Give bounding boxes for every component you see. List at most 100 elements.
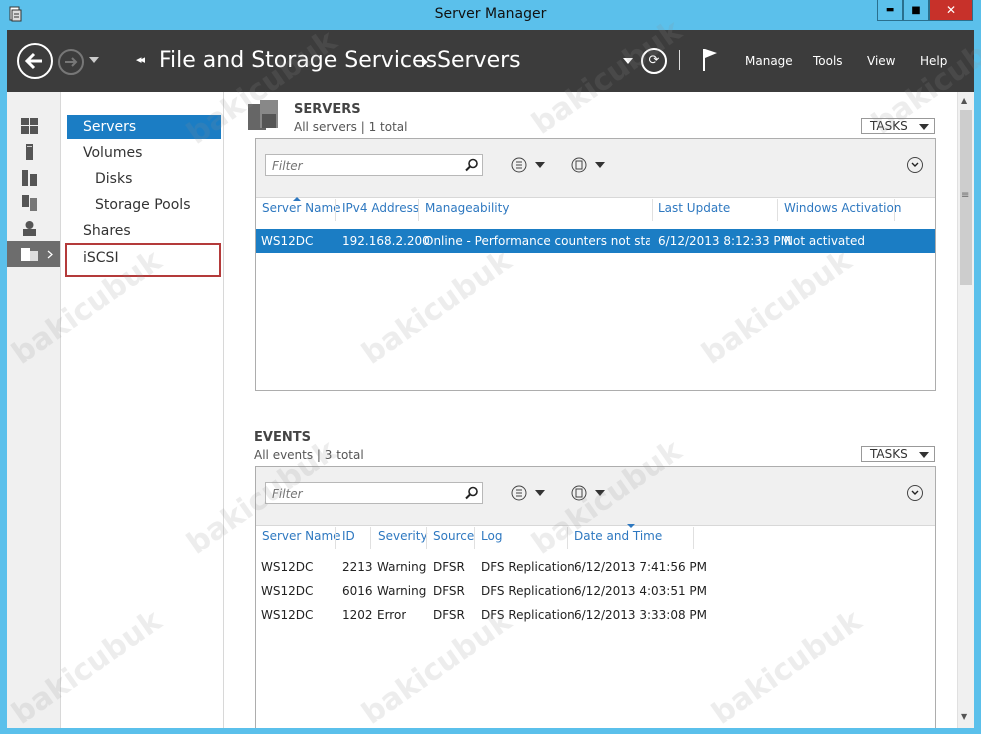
col-divider [693,527,694,549]
search-icon[interactable] [465,486,479,500]
minimize-icon: ▬ [885,5,895,15]
search-icon[interactable] [465,158,479,172]
servers-filter-input[interactable] [270,156,454,176]
subnav-item-shares[interactable]: Shares [67,219,221,243]
minimize-button[interactable]: ▬ [877,0,903,21]
servers-filter-box [265,154,483,176]
back-arrow-icon [24,52,42,70]
forward-arrow-icon [65,57,78,67]
servers-col-manageability[interactable]: Manageability [425,201,509,215]
close-button[interactable]: ✕ [929,0,973,21]
events-tasks-button[interactable]: TASKS [861,446,935,462]
file-services-icon[interactable] [21,195,38,211]
table-row[interactable]: WS12DC 6016 Warning DFSR DFS Replication… [256,579,935,603]
window-title-bar: Server Manager ▬ ■ ✕ [0,0,981,30]
menu-manage[interactable]: Manage [745,54,793,68]
expand-chevron-icon [47,250,53,259]
breadcrumb-separator-icon [422,57,428,67]
events-col-source[interactable]: Source [433,529,474,543]
cell-date-time: 6/12/2013 4:03:51 PM [574,584,708,598]
close-icon: ✕ [945,3,957,17]
all-servers-icon[interactable] [21,170,38,186]
cell-date-time: 6/12/2013 7:41:56 PM [574,560,708,574]
servers-col-server-name[interactable]: Server Name [262,201,341,215]
cell-severity: Warning [377,584,427,598]
servers-tasks-button[interactable]: TASKS [861,118,935,134]
breadcrumb-item-servers[interactable]: Servers [437,48,521,73]
servers-col-ipv4[interactable]: IPv4 Address [342,201,419,215]
col-divider [335,527,336,549]
breadcrumb-dropdown-icon[interactable] [623,57,633,65]
col-divider [474,527,475,549]
events-col-server-name[interactable]: Server Name [262,529,341,543]
menu-tools[interactable]: Tools [813,54,843,68]
chevron-down-icon [911,162,919,167]
cell-server-name: WS12DC [261,560,314,574]
chevron-down-icon [919,452,929,458]
collapse-servers-button[interactable] [907,157,923,173]
maximize-icon: ■ [911,4,921,16]
col-divider [652,199,653,221]
cell-date-time: 6/12/2013 3:33:08 PM [574,608,708,622]
cell-last-update: 6/12/2013 8:12:33 PM [658,234,792,248]
main-content: SERVERS All servers | 1 total TASKS Filt… [224,92,957,728]
events-filter-input[interactable] [270,484,454,504]
refresh-button[interactable]: ⟳ [641,48,667,74]
breadcrumb-item-file-storage[interactable]: File and Storage Services [159,48,437,73]
events-toolbar [256,467,935,526]
back-button[interactable] [17,43,53,79]
storage-subnav: Servers Volumes Disks Storage Pools Shar… [61,92,224,728]
table-row[interactable]: WS12DC 1202 Error DFSR DFS Replication 6… [256,603,935,627]
chevron-down-icon [919,124,929,130]
breadcrumb-root-arrows[interactable]: ◂◂ [136,53,145,66]
left-nav-selected[interactable] [7,241,60,267]
events-col-log[interactable]: Log [481,529,502,543]
events-col-date-time[interactable]: Date and Time [574,529,662,543]
cell-id: 2213 [342,560,373,574]
list-options-icon[interactable] [511,485,549,501]
servers-panel: Server Name IPv4 Address Manageability L… [255,138,936,391]
menu-view[interactable]: View [867,54,895,68]
header-bar: ◂◂ File and Storage Services Servers ⟳ M… [7,30,974,92]
events-col-id[interactable]: ID [342,529,355,543]
menu-help[interactable]: Help [920,54,947,68]
left-navigation-bar [7,92,61,728]
vertical-scrollbar[interactable]: ▲ ≡ ▼ [957,92,974,728]
save-query-icon[interactable] [571,157,609,173]
local-server-icon[interactable] [21,144,38,160]
col-divider [426,527,427,549]
collapse-events-button[interactable] [907,485,923,501]
list-options-icon[interactable] [511,157,549,173]
chevron-down-icon [911,490,919,495]
cell-source: DFSR [433,608,465,622]
table-row[interactable]: WS12DC 192.168.2.200 Online - Performanc… [256,229,935,253]
forward-button[interactable] [58,49,84,75]
subnav-item-servers[interactable]: Servers [67,115,221,139]
window-title: Server Manager [434,6,547,22]
servers-col-windows-activation[interactable]: Windows Activation [784,201,901,215]
subnav-item-storage-pools[interactable]: Storage Pools [67,193,221,217]
maximize-button[interactable]: ■ [903,0,929,21]
col-divider [777,199,778,221]
events-col-severity[interactable]: Severity [378,529,428,543]
table-row[interactable]: WS12DC 2213 Warning DFSR DFS Replication… [256,555,935,579]
notifications-flag-icon[interactable] [701,47,719,73]
dashboard-icon[interactable] [21,118,38,134]
scroll-up-icon[interactable]: ▲ [961,96,967,105]
history-dropdown-icon[interactable] [89,56,99,64]
col-divider [894,199,895,221]
roles-icon[interactable] [21,220,38,236]
cell-log: DFS Replication [481,560,575,574]
events-section-subtitle: All events | 3 total [254,448,364,462]
cell-severity: Warning [377,560,427,574]
events-panel: Server Name ID Severity Source Log Date … [255,466,936,728]
col-divider [567,527,568,549]
servers-section-icon [248,100,278,130]
subnav-item-volumes[interactable]: Volumes [67,141,221,165]
scroll-down-icon[interactable]: ▼ [961,712,967,721]
cell-log: DFS Replication [481,584,575,598]
subnav-item-disks[interactable]: Disks [67,167,221,191]
events-filter-box [265,482,483,504]
save-query-icon[interactable] [571,485,609,501]
servers-col-last-update[interactable]: Last Update [658,201,730,215]
